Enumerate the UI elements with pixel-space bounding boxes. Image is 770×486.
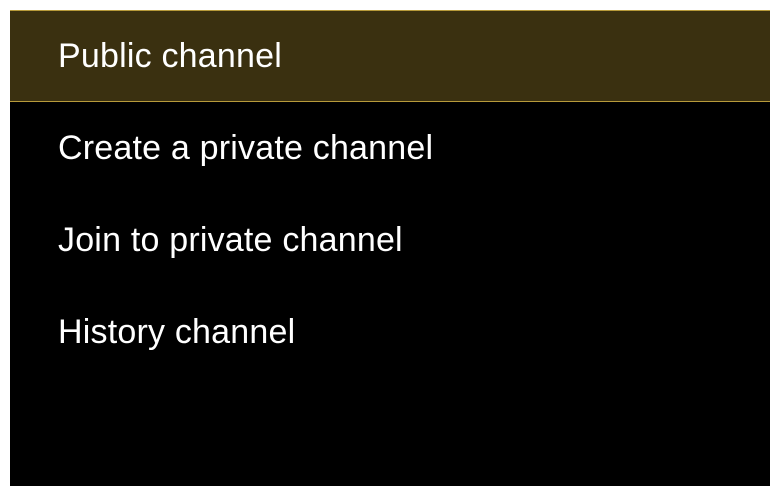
channel-menu: Public channel Create a private channel … — [10, 10, 770, 378]
menu-item-create-private-channel[interactable]: Create a private channel — [10, 102, 770, 194]
menu-item-history-channel[interactable]: History channel — [10, 286, 770, 378]
menu-item-label: Public channel — [58, 36, 282, 75]
menu-item-join-private-channel[interactable]: Join to private channel — [10, 194, 770, 286]
menu-item-label: Join to private channel — [58, 220, 403, 259]
menu-item-label: History channel — [58, 312, 296, 351]
channel-menu-screen: Public channel Create a private channel … — [10, 10, 770, 486]
menu-item-public-channel[interactable]: Public channel — [10, 10, 770, 102]
menu-item-label: Create a private channel — [58, 128, 434, 167]
